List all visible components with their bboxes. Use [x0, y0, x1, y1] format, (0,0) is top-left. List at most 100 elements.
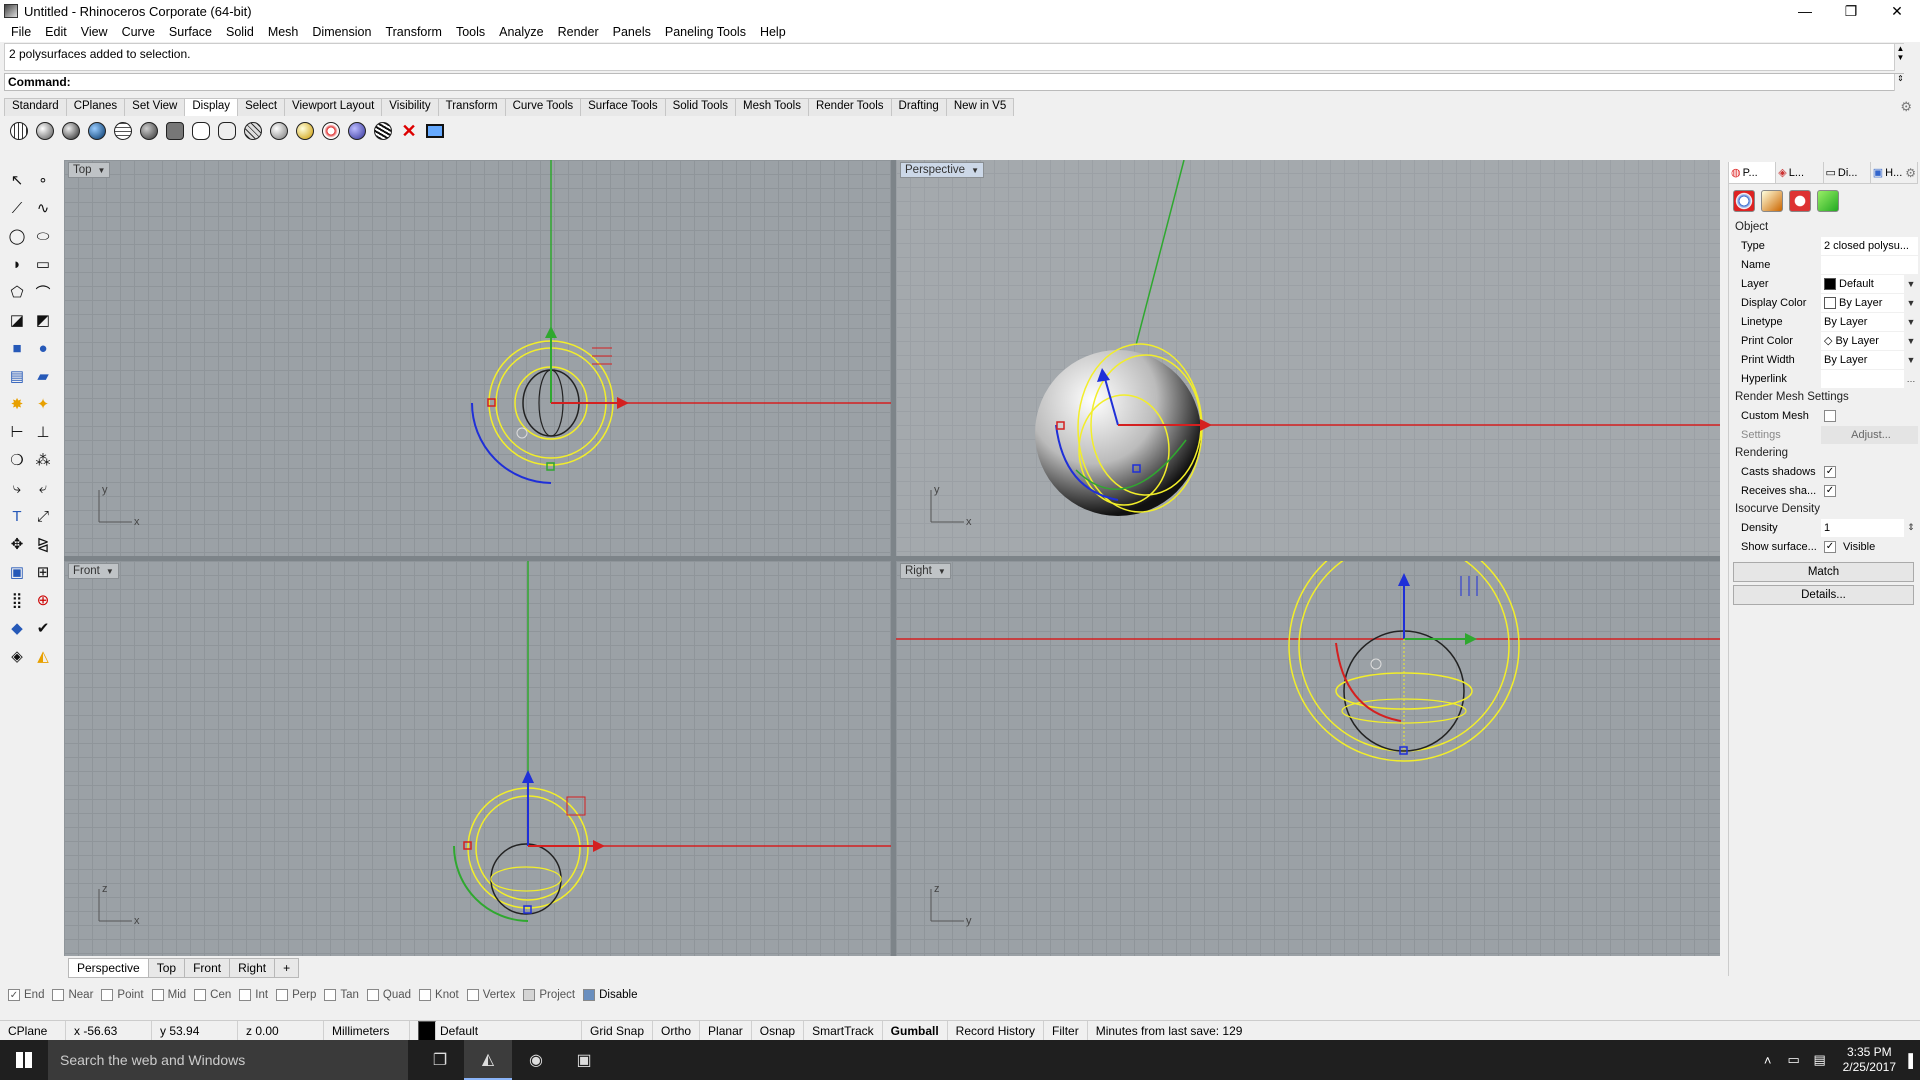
osnap-quad[interactable]: Quad: [366, 989, 411, 1001]
viewport-right[interactable]: Right ▼ z y: [896, 561, 1720, 956]
adjust-button[interactable]: Adjust...: [1821, 425, 1918, 444]
chevron-down-icon[interactable]: ▼: [1904, 355, 1918, 365]
group-icon[interactable]: ⊞: [32, 561, 54, 583]
gray-sphere-icon[interactable]: [268, 120, 290, 142]
casts-shadows-checkbox[interactable]: ✓: [1824, 465, 1836, 478]
panel-tab-properties[interactable]: ◍ P...: [1729, 162, 1777, 183]
details-button[interactable]: Details...: [1733, 585, 1914, 605]
restore-button[interactable]: ❐: [1828, 0, 1874, 22]
viewport-front-label[interactable]: Front ▼: [68, 563, 119, 579]
box-solid-icon[interactable]: ■: [6, 337, 28, 359]
display-color-select[interactable]: By Layer: [1821, 293, 1904, 312]
block-icon[interactable]: ▣: [6, 561, 28, 583]
menu-surface[interactable]: Surface: [162, 25, 219, 39]
osnap-mid[interactable]: Mid: [151, 989, 186, 1001]
pen-icon[interactable]: [190, 120, 212, 142]
osnap-toggle[interactable]: Osnap: [752, 1020, 805, 1041]
custom-mesh-checkbox[interactable]: [1824, 409, 1836, 422]
tab-render-tools[interactable]: Render Tools: [807, 98, 892, 116]
tab-viewport-layout[interactable]: Viewport Layout: [284, 98, 383, 116]
planar-toggle[interactable]: Planar: [700, 1020, 752, 1041]
panel-tab-display[interactable]: ▭ Di...: [1824, 162, 1871, 183]
menu-file[interactable]: File: [4, 25, 38, 39]
menu-curve[interactable]: Curve: [115, 25, 162, 39]
viewport-top-label[interactable]: Top ▼: [68, 162, 111, 178]
osnap-disable[interactable]: Disable: [583, 989, 637, 1001]
action-center-icon[interactable]: ▌: [1906, 1053, 1920, 1068]
render-icon[interactable]: ◆: [6, 617, 28, 639]
units-display[interactable]: Millimeters: [324, 1020, 410, 1041]
tab-mesh-tools[interactable]: Mesh Tools: [735, 98, 809, 116]
dimension-icon[interactable]: ⊢: [6, 421, 28, 443]
menu-transform[interactable]: Transform: [378, 25, 449, 39]
vp-tab-top[interactable]: Top: [147, 958, 186, 978]
close-button[interactable]: ✕: [1874, 0, 1920, 22]
material-props-icon[interactable]: [1761, 190, 1783, 212]
toolbar-settings-gear-icon[interactable]: ⚙: [1900, 99, 1912, 115]
menu-edit[interactable]: Edit: [38, 25, 74, 39]
technical-icon[interactable]: [138, 120, 160, 142]
move-icon[interactable]: ✥: [6, 533, 28, 555]
arc-icon[interactable]: ◗: [6, 253, 28, 275]
material-icon[interactable]: ◭: [32, 645, 54, 667]
vp-tab-front[interactable]: Front: [184, 958, 231, 978]
menu-mesh[interactable]: Mesh: [261, 25, 306, 39]
tab-transform[interactable]: Transform: [437, 98, 506, 116]
osnap-near[interactable]: Near: [52, 989, 93, 1001]
text-icon[interactable]: T: [6, 505, 28, 527]
panel-gear-icon[interactable]: ⚙: [1905, 166, 1916, 180]
mesh-tools-icon[interactable]: ✦: [32, 393, 54, 415]
osnap-vertex[interactable]: Vertex: [466, 989, 515, 1001]
array-icon[interactable]: ⣿: [6, 589, 28, 611]
linetype-select[interactable]: By Layer: [1821, 312, 1904, 331]
vp-tab-perspective[interactable]: Perspective: [68, 958, 149, 978]
osnap-end[interactable]: ✓ End: [8, 989, 44, 1001]
join-icon[interactable]: ⤶: [32, 477, 54, 499]
menu-help[interactable]: Help: [753, 25, 793, 39]
menu-dimension[interactable]: Dimension: [305, 25, 378, 39]
current-layer[interactable]: Default: [410, 1020, 582, 1041]
viewport-right-label[interactable]: Right ▼: [900, 563, 951, 579]
mirror-icon[interactable]: ⧎: [32, 533, 54, 555]
object-props-icon[interactable]: [1733, 190, 1755, 212]
chevron-down-icon[interactable]: ▼: [106, 567, 114, 576]
density-input[interactable]: 1: [1821, 518, 1904, 537]
chevron-up-icon[interactable]: ˄: [1755, 1053, 1781, 1068]
name-field[interactable]: [1821, 255, 1918, 274]
menu-analyze[interactable]: Analyze: [492, 25, 550, 39]
chevron-down-icon[interactable]: ▼: [98, 166, 106, 175]
monitor-icon[interactable]: [424, 120, 446, 142]
check-icon[interactable]: ✔: [32, 617, 54, 639]
ellipse-icon[interactable]: ⬭: [32, 225, 54, 247]
shaded-icon[interactable]: [34, 120, 56, 142]
menu-paneling-tools[interactable]: Paneling Tools: [658, 25, 753, 39]
task-view-icon[interactable]: ❐: [416, 1040, 464, 1080]
boolean-union-icon[interactable]: ❍: [6, 449, 28, 471]
panel-tab-layers[interactable]: ◈ L...: [1776, 162, 1824, 183]
chevron-down-icon[interactable]: ▼: [1904, 298, 1918, 308]
network-icon[interactable]: ▭: [1781, 1052, 1807, 1068]
chevron-down-icon[interactable]: ▼: [1904, 279, 1918, 289]
filter-toggle[interactable]: Filter: [1044, 1020, 1088, 1041]
smarttrack-toggle[interactable]: SmartTrack: [804, 1020, 883, 1041]
point-icon[interactable]: ∘: [32, 169, 54, 191]
circle-icon[interactable]: ◯: [6, 225, 28, 247]
minimize-button[interactable]: —: [1782, 0, 1828, 22]
texture-props-icon[interactable]: [1817, 190, 1839, 212]
leader-icon[interactable]: ⊥: [32, 421, 54, 443]
viewport-top[interactable]: Top ▼ y x: [64, 160, 891, 556]
start-button[interactable]: [0, 1040, 48, 1080]
tab-drafting[interactable]: Drafting: [890, 98, 947, 116]
print-width-select[interactable]: By Layer: [1821, 350, 1904, 369]
viewport-perspective-label[interactable]: Perspective ▼: [900, 162, 985, 178]
surface-edges-icon[interactable]: ◩: [32, 309, 54, 331]
tab-select[interactable]: Select: [237, 98, 286, 116]
trim-icon[interactable]: ⤷: [6, 477, 28, 499]
menu-tools[interactable]: Tools: [449, 25, 492, 39]
taskbar-search[interactable]: Search the web and Windows: [48, 1040, 408, 1080]
viewport-perspective[interactable]: Perspective ▼ y x: [896, 160, 1720, 556]
cylinder-solid-icon[interactable]: ▤: [6, 365, 28, 387]
print-color-select[interactable]: ◇ By Layer: [1821, 331, 1904, 350]
gold-sphere-icon[interactable]: [294, 120, 316, 142]
ghosted-icon[interactable]: [86, 120, 108, 142]
